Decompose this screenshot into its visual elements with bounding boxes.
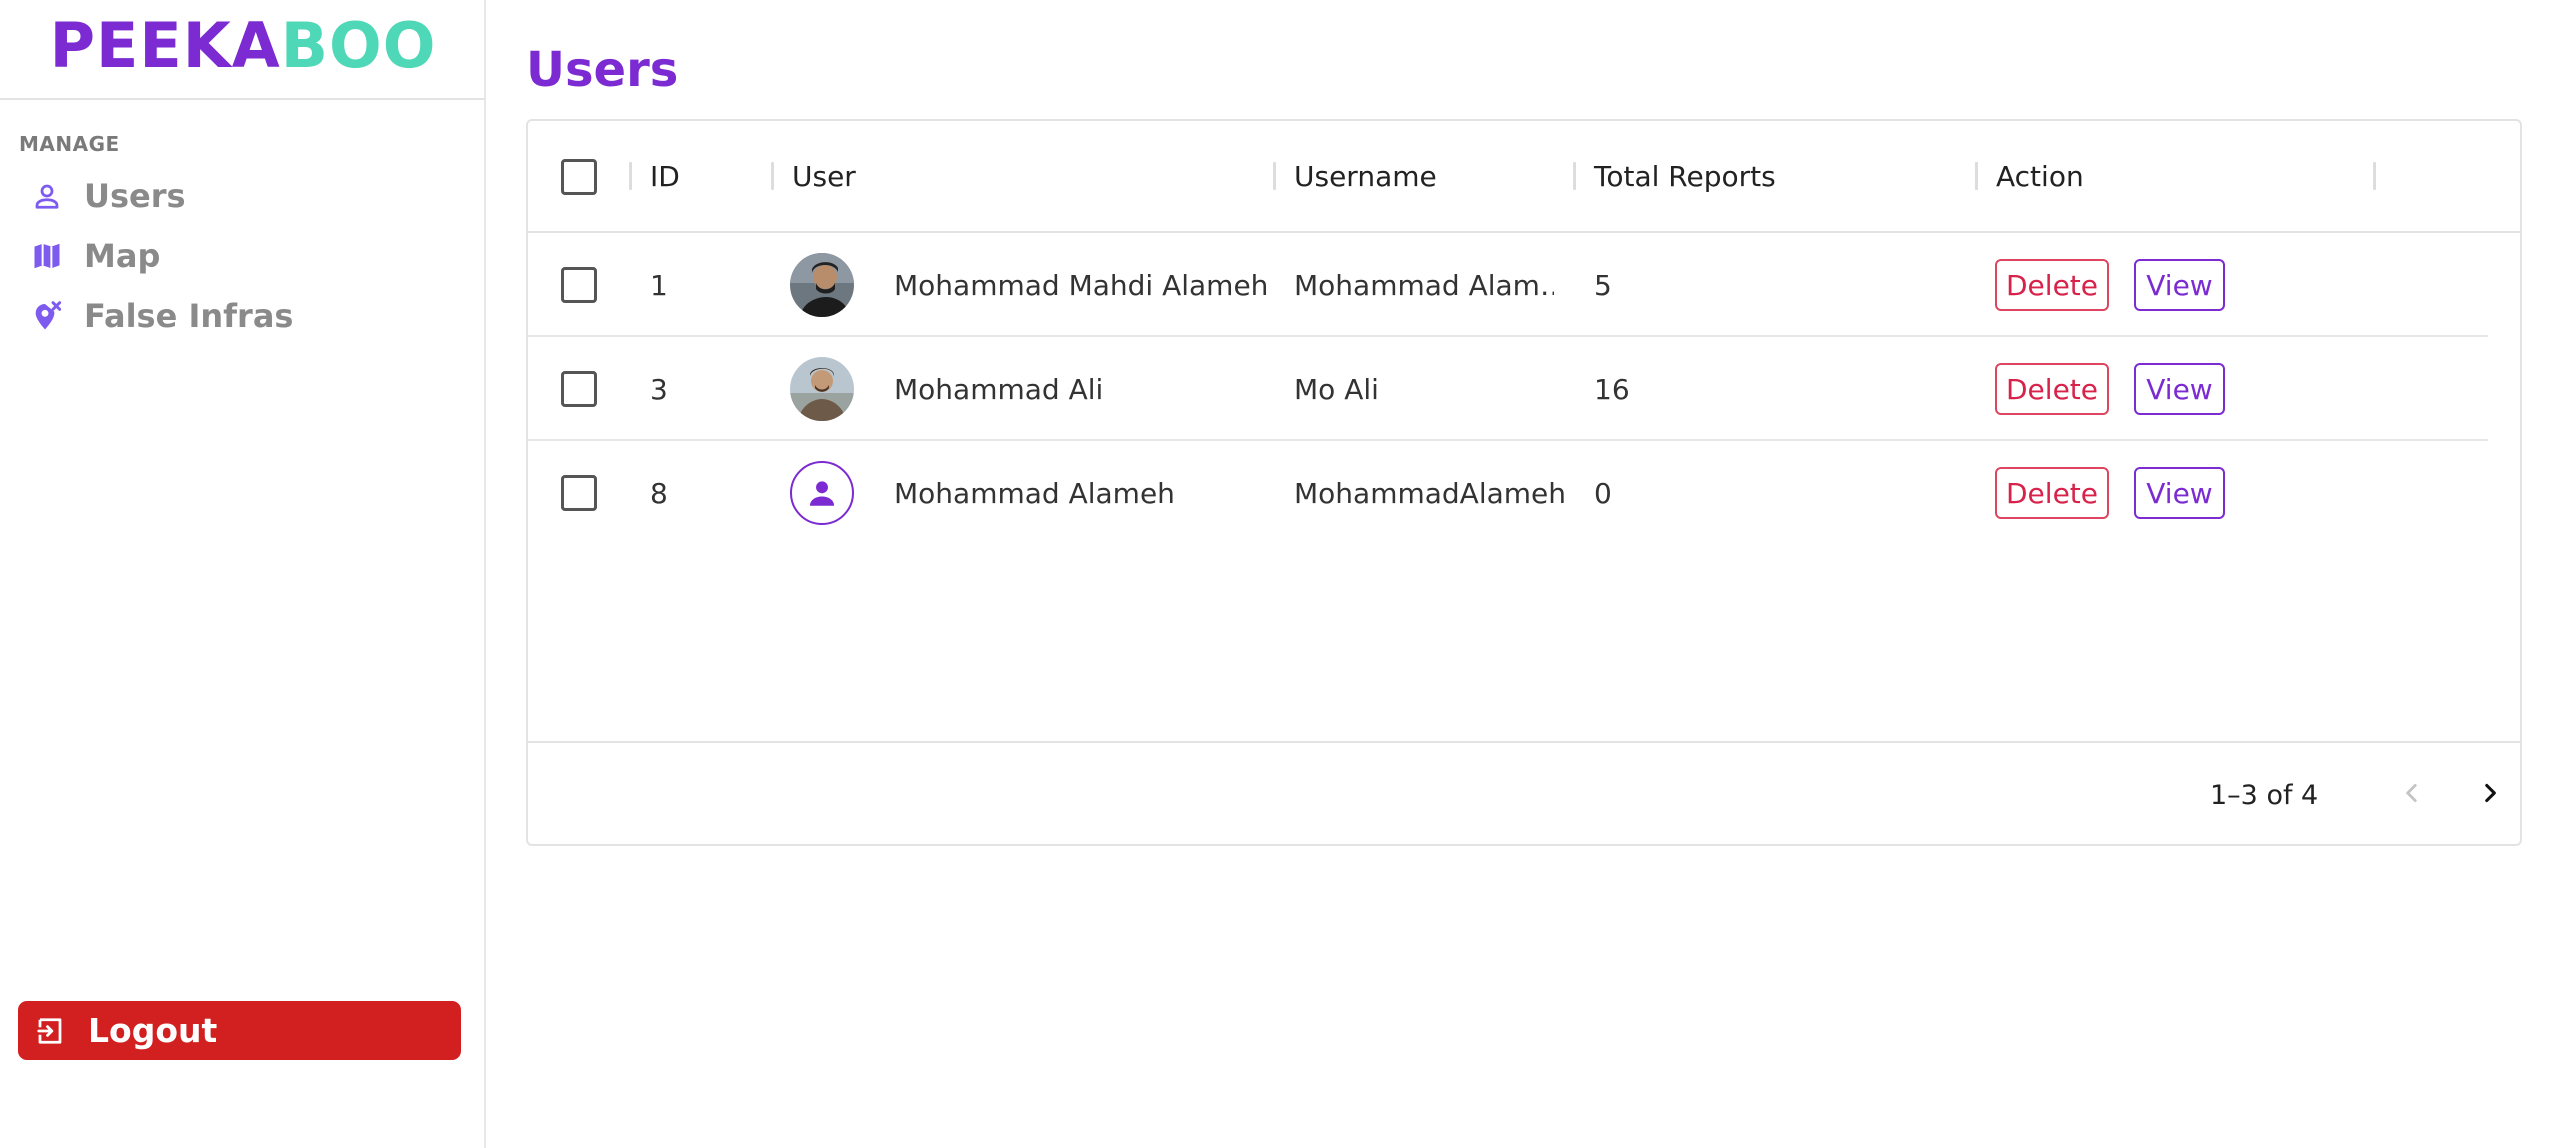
next-page-button[interactable] [2468,773,2512,817]
row-user-name: Mohammad Alameh [894,476,1175,510]
delete-button[interactable]: Delete [1995,467,2109,519]
column-header-total-reports[interactable]: Total Reports [1594,121,1776,231]
row-id: 3 [650,372,668,406]
row-checkbox[interactable] [561,475,597,511]
column-header-action[interactable]: Action [1996,121,2084,231]
sidebar-item-label: False Infras [84,297,294,335]
avatar [790,253,854,317]
row-checkbox[interactable] [561,267,597,303]
brand-logo[interactable]: PEEKABOO [0,0,486,100]
row-checkbox[interactable] [561,371,597,407]
sidebar: PEEKABOO MANAGE Users Map False Infras L… [0,0,486,1148]
table-row[interactable]: 1 Mohammad Mahdi Alameh Mohammad Alam… 5… [528,233,2488,337]
chevron-right-icon [2477,780,2503,810]
sidebar-item-label: Map [84,237,161,275]
row-total-reports: 0 [1594,476,1612,510]
row-total-reports: 5 [1594,268,1612,302]
table-row[interactable]: 8 Mohammad Alameh MohammadAlameh 0 Delet… [528,441,2488,545]
column-separator[interactable] [1273,162,1276,190]
person-outline-icon [30,179,64,213]
row-user-name: Mohammad Mahdi Alameh [894,268,1269,302]
sidebar-item-map[interactable]: Map [30,228,470,284]
row-user-name: Mohammad Ali [894,372,1104,406]
column-separator[interactable] [1573,162,1576,190]
row-id: 1 [650,268,668,302]
map-icon [30,239,64,273]
pagination-range: 1–3 of 4 [2210,780,2319,811]
table-footer: 1–3 of 4 [528,741,2520,846]
view-button[interactable]: View [2134,363,2225,415]
sidebar-item-users[interactable]: Users [30,168,470,224]
row-total-reports: 16 [1594,372,1630,406]
page-title: Users [526,42,679,98]
column-header-username[interactable]: Username [1294,121,1437,231]
logout-label: Logout [88,1011,218,1050]
column-separator[interactable] [1975,162,1978,190]
column-separator[interactable] [771,162,774,190]
delete-button[interactable]: Delete [1995,363,2109,415]
row-username: Mohammad Alam… [1294,268,1554,302]
view-button[interactable]: View [2134,259,2225,311]
brand-logo-part1: PEEKA [49,9,281,82]
users-table: ID User Username Total Reports Action 1 … [526,119,2522,846]
delete-button[interactable]: Delete [1995,259,2109,311]
table-row[interactable]: 3 Mohammad Ali Mo Ali 16 Delete View [528,337,2488,441]
logout-button[interactable]: Logout [18,1001,461,1060]
row-username: MohammadAlameh [1294,476,1567,510]
select-all-checkbox[interactable] [561,159,597,195]
chevron-left-icon [2399,780,2425,810]
view-button[interactable]: View [2134,467,2225,519]
brand-logo-part2: BOO [280,9,437,82]
column-header-user[interactable]: User [792,121,856,231]
default-person-icon [790,461,854,525]
logout-icon [32,1013,68,1049]
location-off-icon [30,299,64,333]
avatar [790,357,854,421]
column-separator[interactable] [2373,162,2376,190]
manage-section-label: MANAGE [19,132,120,156]
table-header: ID User Username Total Reports Action [528,121,2520,233]
sidebar-item-false-infras[interactable]: False Infras [30,288,470,344]
column-separator[interactable] [629,162,632,190]
row-id: 8 [650,476,668,510]
sidebar-item-label: Users [84,177,186,215]
row-username: Mo Ali [1294,372,1379,406]
column-header-id[interactable]: ID [650,121,680,231]
previous-page-button[interactable] [2390,773,2434,817]
